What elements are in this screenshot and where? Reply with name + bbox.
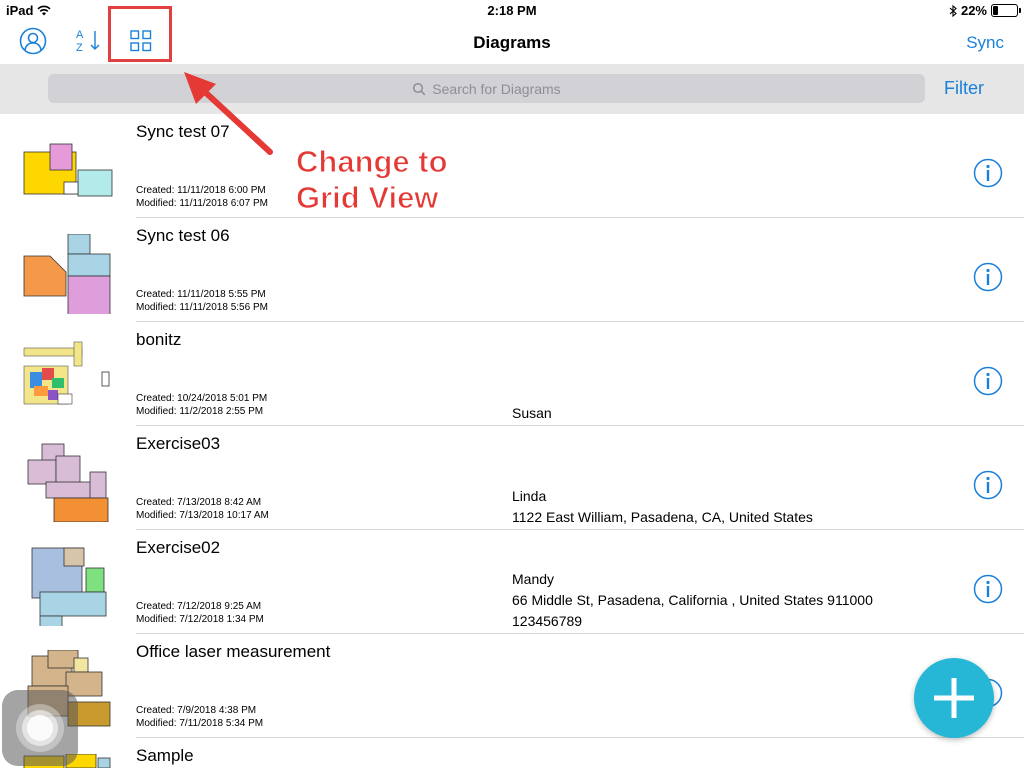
modified-date: Modified: 11/2/2018 2:55 PM xyxy=(136,406,264,417)
info-icon[interactable] xyxy=(973,158,1003,188)
diagram-owner: Susan xyxy=(512,405,552,421)
diagram-row[interactable]: Sync test 06 Created: 11/11/2018 5:55 PM… xyxy=(0,218,1024,322)
status-right: 22% xyxy=(949,3,1021,18)
search-icon xyxy=(413,82,426,95)
diagram-dates: Created: 11/11/2018 5:55 PM Modified: 11… xyxy=(136,288,268,314)
info-icon[interactable] xyxy=(973,262,1003,292)
diagram-dates: Created: 10/24/2018 5:01 PM Modified: 11… xyxy=(136,392,267,418)
info-icon[interactable] xyxy=(973,574,1003,604)
info-icon[interactable] xyxy=(973,366,1003,396)
search-placeholder: Search for Diagrams xyxy=(432,80,561,97)
search-bar: Search for Diagrams Filter xyxy=(0,64,1024,114)
sync-button[interactable]: Sync xyxy=(966,33,1004,53)
battery-percent: 22% xyxy=(960,3,987,18)
created-date: Created: 11/11/2018 6:00 PM xyxy=(136,185,266,196)
diagram-phone: 123456789 xyxy=(512,613,583,629)
filter-button[interactable]: Filter xyxy=(944,78,984,99)
diagram-title: Exercise03 xyxy=(136,434,221,453)
diagram-dates: Created: 7/12/2018 9:25 AM Modified: 7/1… xyxy=(136,600,264,626)
diagram-thumbnail xyxy=(27,443,109,522)
diagram-dates: Created: 7/13/2018 8:42 AM Modified: 7/1… xyxy=(136,496,269,522)
diagram-owner: Linda xyxy=(512,488,547,504)
search-input[interactable]: Search for Diagrams xyxy=(48,74,925,103)
diagram-thumbnail xyxy=(23,143,113,197)
diagram-row[interactable]: Exercise03 Created: 7/13/2018 8:42 AM Mo… xyxy=(0,426,1024,530)
modified-date: Modified: 7/13/2018 10:17 AM xyxy=(136,510,269,521)
info-icon[interactable] xyxy=(973,470,1003,500)
modified-date: Modified: 7/11/2018 5:34 PM xyxy=(136,718,264,729)
diagram-title: Exercise02 xyxy=(136,538,221,557)
diagram-meta: Mandy 66 Middle St, Pasadena, California… xyxy=(512,569,873,632)
annotation-label: Change to Grid View xyxy=(296,144,449,216)
diagram-address: 1122 East William, Pasadena, CA, United … xyxy=(512,509,813,525)
created-date: Created: 7/9/2018 4:38 PM xyxy=(136,705,257,716)
diagram-row[interactable]: Office laser measurement Created: 7/9/20… xyxy=(0,634,1024,738)
diagram-thumbnail xyxy=(31,547,107,626)
diagram-row[interactable]: bonitz Created: 10/24/2018 5:01 PM Modif… xyxy=(0,322,1024,426)
diagram-address: 66 Middle St, Pasadena, California , Uni… xyxy=(512,592,873,608)
diagram-title: bonitz xyxy=(136,330,182,349)
diagram-row[interactable]: Exercise02 Created: 7/12/2018 9:25 AM Mo… xyxy=(0,530,1024,634)
bluetooth-icon xyxy=(949,4,957,17)
diagram-thumbnail xyxy=(23,341,110,405)
diagram-meta: Linda 1122 East William, Pasadena, CA, U… xyxy=(512,486,813,528)
modified-date: Modified: 11/11/2018 5:56 PM xyxy=(136,302,268,313)
modified-date: Modified: 11/11/2018 6:07 PM xyxy=(136,198,268,209)
annotation-line2: Grid View xyxy=(296,180,439,216)
diagram-dates: Created: 11/11/2018 6:00 PM Modified: 11… xyxy=(136,184,268,210)
add-diagram-button[interactable] xyxy=(914,658,994,738)
diagram-row[interactable]: Sample xyxy=(0,738,1024,768)
modified-date: Modified: 7/12/2018 1:34 PM xyxy=(136,614,264,625)
plus-icon xyxy=(934,678,974,718)
diagram-title: Sync test 06 xyxy=(136,226,230,245)
assistive-touch-button[interactable] xyxy=(2,690,78,766)
diagram-owner: Mandy xyxy=(512,571,555,587)
grid-view-highlight-box xyxy=(108,6,172,62)
diagram-thumbnail xyxy=(23,234,111,314)
created-date: Created: 11/11/2018 5:55 PM xyxy=(136,289,266,300)
annotation-line1: Change to xyxy=(296,144,449,180)
diagram-meta: Susan xyxy=(512,403,552,424)
diagram-dates: Created: 7/9/2018 4:38 PM Modified: 7/11… xyxy=(136,704,263,730)
diagram-title: Sample xyxy=(136,746,194,765)
created-date: Created: 10/24/2018 5:01 PM xyxy=(136,393,268,404)
battery-icon xyxy=(991,4,1021,17)
diagram-row[interactable]: Sync test 07 Created: 11/11/2018 6:00 PM… xyxy=(0,114,1024,218)
created-date: Created: 7/12/2018 9:25 AM xyxy=(136,601,262,612)
diagram-title: Office laser measurement xyxy=(136,642,331,661)
created-date: Created: 7/13/2018 8:42 AM xyxy=(136,497,262,508)
diagram-title: Sync test 07 xyxy=(136,122,230,141)
